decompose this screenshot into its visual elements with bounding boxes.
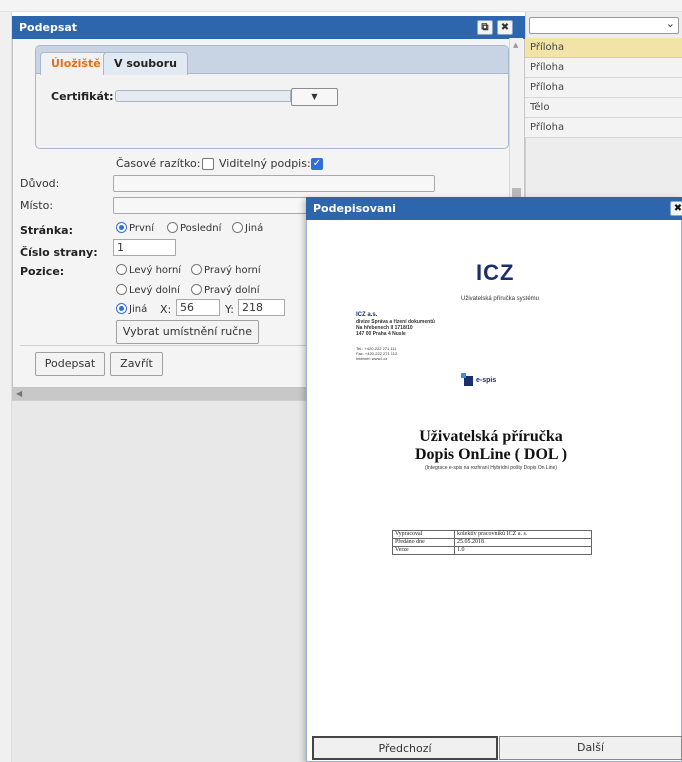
position-bottom-left-radio[interactable] [116,284,127,295]
background-empty-area [12,400,310,762]
signing-dialog-title: Podepisovani [313,202,396,215]
table-cell: Vypracoval [392,530,455,539]
position-top-left-radio[interactable] [116,264,127,275]
y-input[interactable]: 218 [238,299,285,316]
previous-page-button[interactable]: Předchozí [312,736,498,760]
document-info-table: Vypracoval kolektiv pracovníků ICZ a. s.… [392,530,592,555]
signing-dialog-titlebar: Podepisovani [306,197,682,220]
list-item[interactable]: Příloha [525,38,682,58]
attachments-filter-select[interactable]: ⌄ [529,17,679,34]
address-line: 147 00 Praha 4 Nusle [356,331,406,337]
page-last-label: Poslední [180,223,222,234]
visible-signature-label: Viditelný podpis: [219,157,311,170]
timestamp-checkbox[interactable] [202,158,214,170]
table-cell: Verze [392,546,455,555]
list-item[interactable]: Příloha [525,58,682,78]
document-subtitle: (Integrace e-spis na rozhraní Hybridní p… [424,465,557,471]
position-bottom-right-label: Pravý dolní [204,285,260,296]
table-cell: 1.0 [454,546,592,555]
list-item[interactable]: Tělo [525,98,682,118]
manual-placement-button[interactable]: Vybrat umístnění ručne [116,320,259,344]
certificate-label: Certifikát: [51,90,114,103]
close-button[interactable]: Zavřít [110,352,163,376]
position-top-right-radio[interactable] [191,264,202,275]
background-toolbar [0,0,682,12]
certificate-dropdown-button[interactable]: ▼ [291,88,338,106]
reason-input[interactable] [113,175,435,192]
page-label: Stránka: [20,224,73,237]
next-page-button[interactable]: Další [499,736,682,760]
close-icon[interactable]: ✖ [497,20,513,35]
position-bottom-left-label: Levý dolní [129,285,180,296]
espis-logo-accent [461,373,466,378]
position-top-right-label: Pravý horní [204,265,261,276]
table-row: Vypracoval kolektiv pracovníků ICZ a. s. [392,530,592,539]
table-cell: kolektiv pracovníků ICZ a. s. [454,530,592,539]
table-row: Verze 1.0 [392,546,592,555]
scroll-up-icon[interactable]: ▲ [513,41,518,49]
chevron-down-icon: ⌄ [665,17,675,30]
espis-brand: e-spis [476,377,497,384]
background-left-strip [0,12,12,762]
contact-line: Internet: www.i.cz [356,356,388,361]
scroll-left-icon[interactable]: ◀ [16,389,22,398]
place-label: Místo: [20,199,54,212]
list-item[interactable]: Příloha [525,118,682,138]
page-number-input[interactable]: 1 [113,239,176,256]
popout-icon[interactable]: ⧉ [477,20,493,35]
attachments-list: Příloha Příloha Příloha Tělo Příloha [525,38,682,138]
document-preview[interactable]: ICZ Uživatelská příručka systému ICZ a.s… [306,220,682,734]
place-input[interactable] [113,197,307,214]
company-name: ICZ a.s. [356,312,378,318]
x-input[interactable]: 56 [176,299,220,316]
position-label: Pozice: [20,265,65,278]
dialog-title: Podepsat [19,21,78,34]
close-icon[interactable]: ✖ [670,201,682,216]
sign-button[interactable]: Podepsat [35,352,105,376]
position-other-label: Jiná [129,304,148,315]
document-title-line1: Uživatelská příručka [419,428,563,445]
logo-caption: Uživatelská příručka systému [460,296,540,302]
page-first-label: První [129,223,154,234]
tab-from-file[interactable]: V souboru [103,52,188,75]
sign-dialog-titlebar: Podepsat ⧉ ✖ [12,16,525,39]
y-label: Y: [225,303,234,316]
position-other-radio[interactable] [116,303,127,314]
x-label: X: [160,303,172,316]
table-cell: Předáno dne [392,538,455,547]
page-other-label: Jiná [245,223,264,234]
position-bottom-right-radio[interactable] [191,284,202,295]
page-number-label: Číslo strany: [20,246,98,259]
document-title-line2: Dopis OnLine ( DOL ) [414,446,568,463]
page-first-radio[interactable] [116,222,127,233]
table-cell: 25.05.2018 [454,538,592,547]
timestamp-label: Časové razítko: [116,157,201,170]
vertical-scrollbar[interactable]: ▲ [509,38,523,228]
certificate-select[interactable] [115,90,291,102]
page-last-radio[interactable] [167,222,178,233]
horizontal-scrollbar[interactable]: ◀ [12,388,310,400]
tab-storage[interactable]: Úložiště [40,52,112,75]
visible-signature-checkbox[interactable]: ✓ [311,158,323,170]
reason-label: Důvod: [20,177,60,190]
page-other-radio[interactable] [232,222,243,233]
caret-down-icon: ▼ [311,92,318,101]
list-item[interactable]: Příloha [525,78,682,98]
icz-logo: ICZ [476,260,515,285]
table-row: Předáno dne 25.05.2018 [392,538,592,547]
position-top-left-label: Levý horní [129,265,182,276]
